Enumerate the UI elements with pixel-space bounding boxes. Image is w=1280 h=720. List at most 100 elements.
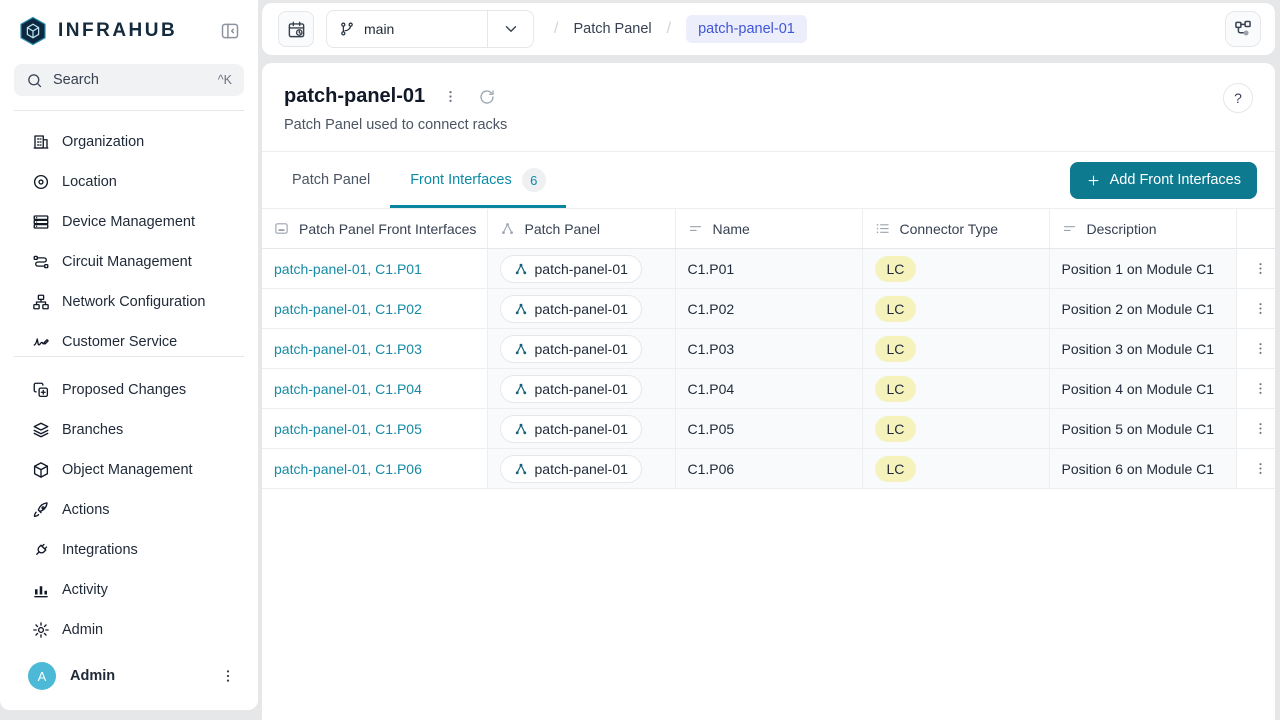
- table-row[interactable]: patch-panel-01, C1.P06 patch-panel-01 C1…: [262, 449, 1275, 489]
- row-menu-button[interactable]: [1249, 257, 1272, 280]
- sidebar-item-location[interactable]: Location: [0, 162, 258, 202]
- row-menu-button[interactable]: [1249, 457, 1272, 480]
- relationship-icon: [514, 422, 528, 436]
- front-interfaces-table: Patch Panel Front Interfaces Patch Panel…: [262, 208, 1275, 489]
- sidebar-item-admin[interactable]: Admin: [0, 610, 258, 650]
- sidebar-item-proposed-changes[interactable]: Proposed Changes: [0, 370, 258, 410]
- front-interface-link[interactable]: patch-panel-01, C1.P06: [274, 461, 422, 477]
- relationship-icon: [500, 221, 515, 236]
- column-header-patch-panel[interactable]: Patch Panel: [487, 209, 675, 249]
- branch-selector[interactable]: main: [326, 10, 534, 48]
- building-icon: [32, 133, 50, 151]
- front-interface-link[interactable]: patch-panel-01, C1.P05: [274, 421, 422, 437]
- sidebar-item-activity[interactable]: Activity: [0, 570, 258, 610]
- chevron-down-icon: [502, 20, 520, 38]
- route-icon: [32, 253, 50, 271]
- breadcrumb-item-patch-panel[interactable]: Patch Panel: [573, 21, 651, 37]
- sidebar-item-label: Branches: [62, 422, 123, 438]
- sidebar-item-actions[interactable]: Actions: [0, 490, 258, 530]
- breadcrumb-item-current[interactable]: patch-panel-01: [686, 15, 807, 43]
- sidebar-item-network-configuration[interactable]: Network Configuration: [0, 282, 258, 322]
- table-row[interactable]: patch-panel-01, C1.P02 patch-panel-01 C1…: [262, 289, 1275, 329]
- cell-patch-panel: patch-panel-01: [487, 289, 675, 329]
- page-header: patch-panel-01 Patch Panel used to conne…: [262, 63, 1275, 152]
- sidebar-item-branches[interactable]: Branches: [0, 410, 258, 450]
- sidebar-item-label: Integrations: [62, 542, 138, 558]
- patch-panel-chip[interactable]: patch-panel-01: [500, 375, 642, 403]
- tab-patch-panel[interactable]: Patch Panel: [272, 152, 390, 208]
- front-interface-link[interactable]: patch-panel-01, C1.P03: [274, 341, 422, 357]
- column-header-description[interactable]: Description: [1049, 209, 1236, 249]
- front-interface-link[interactable]: patch-panel-01, C1.P01: [274, 261, 422, 277]
- table-row[interactable]: patch-panel-01, C1.P05 patch-panel-01 C1…: [262, 409, 1275, 449]
- patch-panel-chip[interactable]: patch-panel-01: [500, 415, 642, 443]
- kebab-menu-icon: [1253, 341, 1268, 356]
- add-button-label: Add Front Interfaces: [1110, 172, 1241, 188]
- cell-description: Position 5 on Module C1: [1049, 409, 1236, 449]
- search-input[interactable]: Search ^K: [14, 64, 244, 96]
- column-header-front-interfaces[interactable]: Patch Panel Front Interfaces: [262, 209, 487, 249]
- sidebar-item-device-management[interactable]: Device Management: [0, 202, 258, 242]
- sidebar-item-integrations[interactable]: Integrations: [0, 530, 258, 570]
- column-label: Patch Panel: [525, 221, 601, 237]
- sidebar-item-label: Circuit Management: [62, 254, 192, 270]
- sidebar-item-label: Location: [62, 174, 117, 190]
- column-label: Connector Type: [900, 221, 999, 237]
- user-menu-button[interactable]: [220, 668, 236, 684]
- patch-panel-chip[interactable]: patch-panel-01: [500, 255, 642, 283]
- cell-name: C1.P01: [675, 249, 862, 289]
- branch-caret: [487, 11, 533, 47]
- refresh-button[interactable]: [476, 86, 498, 108]
- table-row[interactable]: patch-panel-01, C1.P03 patch-panel-01 C1…: [262, 329, 1275, 369]
- sidebar-item-label: Object Management: [62, 462, 193, 478]
- breadcrumb-separator: /: [667, 20, 671, 38]
- breadcrumb: / Patch Panel / patch-panel-01: [554, 15, 807, 43]
- connector-type-badge: LC: [875, 256, 917, 282]
- cell-connector-type: LC: [862, 449, 1049, 489]
- column-header-connector-type[interactable]: Connector Type: [862, 209, 1049, 249]
- connector-type-badge: LC: [875, 456, 917, 482]
- relationship-icon: [514, 382, 528, 396]
- layers-icon: [32, 421, 50, 439]
- user-row: A Admin: [0, 650, 258, 710]
- sidebar-item-customer-service[interactable]: Customer Service: [0, 322, 258, 356]
- table-row[interactable]: patch-panel-01, C1.P01 patch-panel-01 C1…: [262, 249, 1275, 289]
- patch-panel-chip[interactable]: patch-panel-01: [500, 335, 642, 363]
- patch-panel-chip[interactable]: patch-panel-01: [500, 295, 642, 323]
- schema-visualizer-button[interactable]: [1225, 11, 1261, 47]
- sidebar-item-circuit-management[interactable]: Circuit Management: [0, 242, 258, 282]
- sidebar-item-label: Actions: [62, 502, 110, 518]
- help-button[interactable]: ?: [1223, 83, 1253, 113]
- cell-patch-panel: patch-panel-01: [487, 249, 675, 289]
- sidebar: INFRAHUB Search ^K Organization Locatio: [0, 0, 258, 710]
- add-front-interfaces-button[interactable]: Add Front Interfaces: [1070, 162, 1257, 199]
- table-row[interactable]: patch-panel-01, C1.P04 patch-panel-01 C1…: [262, 369, 1275, 409]
- sidebar-item-organization[interactable]: Organization: [0, 122, 258, 162]
- tab-front-interfaces[interactable]: Front Interfaces 6: [390, 152, 566, 208]
- front-interface-link[interactable]: patch-panel-01, C1.P02: [274, 301, 422, 317]
- kebab-menu-icon: [1253, 381, 1268, 396]
- cell-connector-type: LC: [862, 409, 1049, 449]
- row-menu-button[interactable]: [1249, 337, 1272, 360]
- plus-icon: [1086, 173, 1101, 188]
- row-menu-button[interactable]: [1249, 377, 1272, 400]
- search-placeholder: Search: [53, 72, 99, 88]
- column-header-name[interactable]: Name: [675, 209, 862, 249]
- time-travel-button[interactable]: [278, 11, 314, 47]
- patch-panel-chip-label: patch-panel-01: [535, 381, 628, 397]
- front-interface-link[interactable]: patch-panel-01, C1.P04: [274, 381, 422, 397]
- relationship-icon: [514, 462, 528, 476]
- patch-panel-chip[interactable]: patch-panel-01: [500, 455, 642, 483]
- network-icon: [32, 293, 50, 311]
- cell-name: C1.P05: [675, 409, 862, 449]
- row-menu-button[interactable]: [1249, 417, 1272, 440]
- object-actions-menu-button[interactable]: [441, 87, 460, 106]
- app-title: INFRAHUB: [58, 20, 177, 42]
- connector-type-badge: LC: [875, 416, 917, 442]
- column-label: Name: [713, 221, 750, 237]
- row-menu-button[interactable]: [1249, 297, 1272, 320]
- collapse-sidebar-button[interactable]: [218, 19, 242, 43]
- sidebar-item-object-management[interactable]: Object Management: [0, 450, 258, 490]
- search-icon: [26, 72, 43, 89]
- cell-patch-panel: patch-panel-01: [487, 409, 675, 449]
